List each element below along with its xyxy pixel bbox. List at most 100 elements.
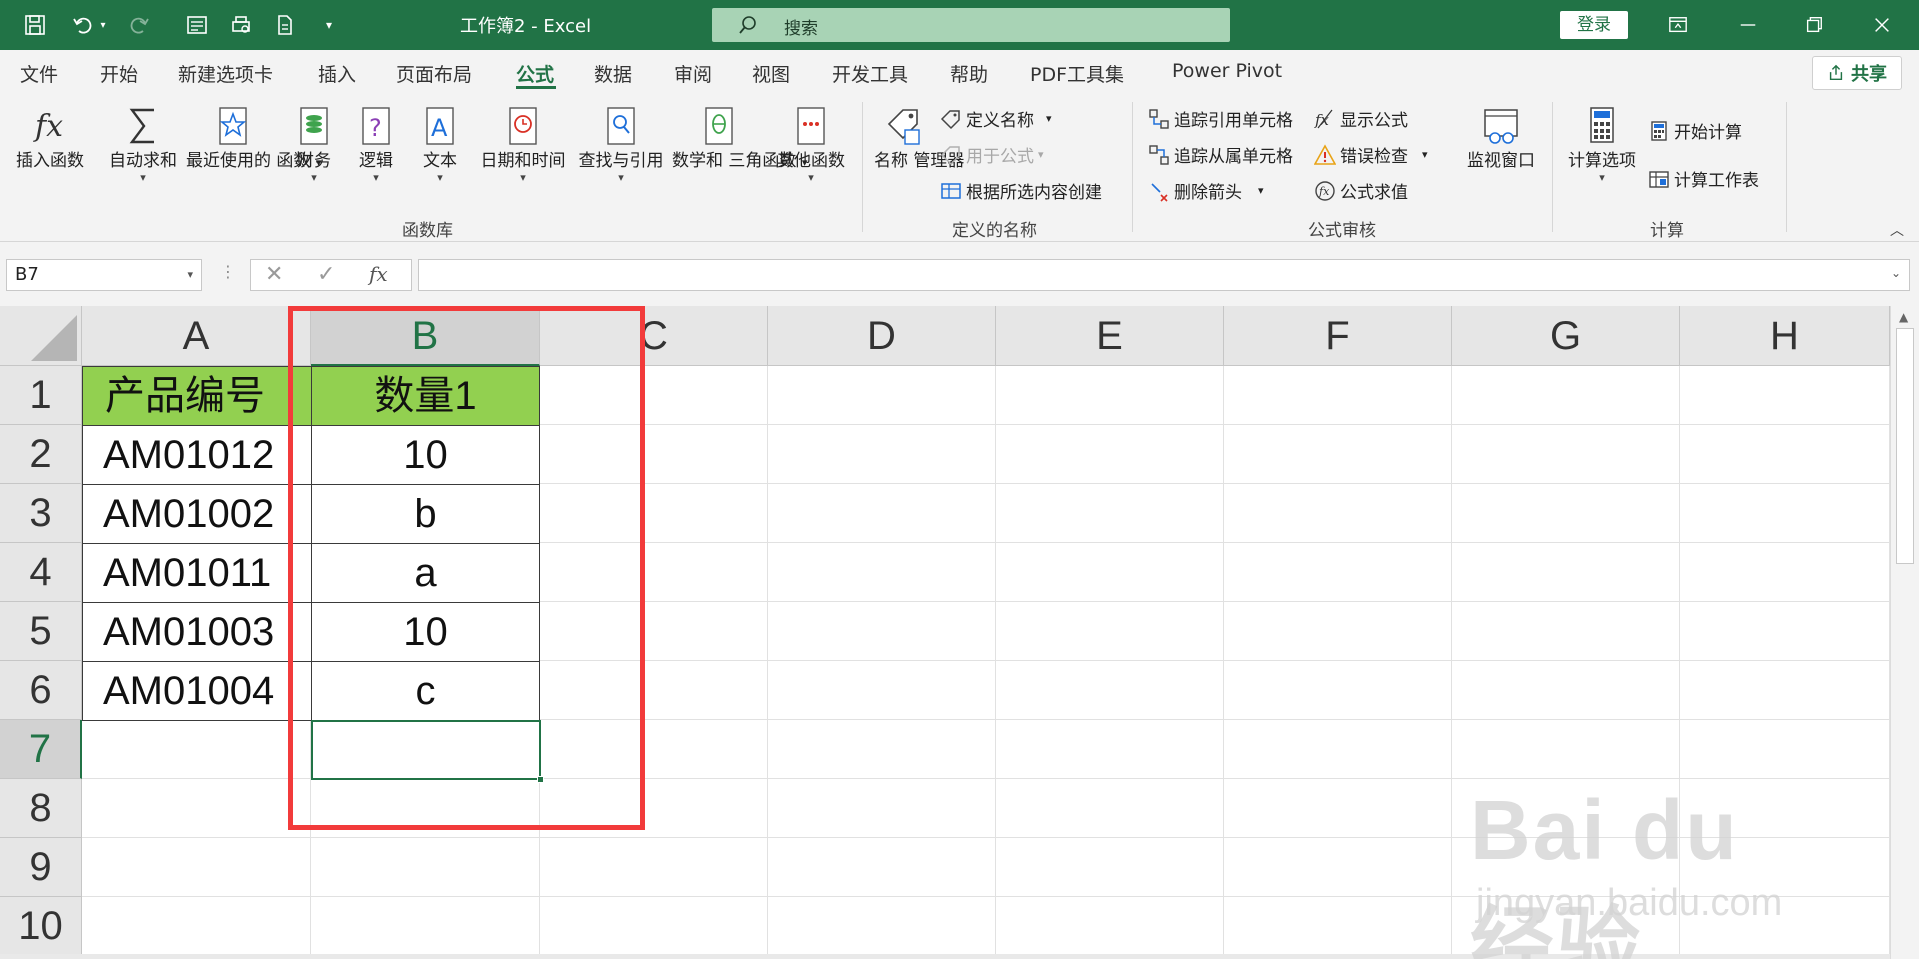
cell-a1[interactable]: 产品编号 xyxy=(82,366,312,426)
text-button[interactable]: A 文本 ▾ xyxy=(416,104,464,184)
tab-developer[interactable]: 开发工具 xyxy=(832,60,908,87)
empty-cell[interactable] xyxy=(311,897,540,956)
lookup-button[interactable]: 查找与引用 ▾ xyxy=(574,104,668,184)
trace-dependents-button[interactable]: 追踪从属单元格 xyxy=(1148,142,1293,167)
watch-window-button[interactable]: 监视窗口 xyxy=(1462,104,1540,172)
empty-cell[interactable] xyxy=(311,838,540,897)
search-box[interactable]: 搜索 xyxy=(712,8,1230,42)
empty-cell[interactable] xyxy=(1680,720,1890,779)
empty-cell[interactable] xyxy=(1680,838,1890,897)
evaluate-formula-button[interactable]: fx 公式求值 xyxy=(1314,178,1408,203)
tab-review[interactable]: 审阅 xyxy=(674,60,712,87)
empty-cell[interactable] xyxy=(768,484,996,543)
undo-dropdown-icon[interactable]: ▾ xyxy=(96,12,110,38)
row-header-4[interactable]: 4 xyxy=(0,543,82,602)
form-icon[interactable] xyxy=(184,12,210,38)
document-icon[interactable] xyxy=(272,12,298,38)
column-header-d[interactable]: D xyxy=(768,306,996,366)
empty-cell[interactable] xyxy=(1224,720,1452,779)
create-from-selection-button[interactable]: 根据所选内容创建 xyxy=(940,178,1102,203)
empty-cell[interactable] xyxy=(768,720,996,779)
worksheet-grid[interactable]: A B C D E F G H 1 2 3 4 5 6 7 8 9 10 产品编… xyxy=(0,306,1919,959)
cell-a4[interactable]: AM01011 xyxy=(82,543,312,603)
tab-power-pivot[interactable]: Power Pivot xyxy=(1172,60,1282,82)
empty-cell[interactable] xyxy=(1224,897,1452,956)
empty-cell[interactable] xyxy=(996,602,1224,661)
empty-cell[interactable] xyxy=(1680,484,1890,543)
empty-cell[interactable] xyxy=(768,425,996,484)
cell-a5[interactable]: AM01003 xyxy=(82,602,312,662)
horizontal-scroll-area[interactable] xyxy=(0,954,1890,959)
empty-cell[interactable] xyxy=(768,897,996,956)
minimize-icon[interactable] xyxy=(1734,12,1762,38)
cell-a3[interactable]: AM01002 xyxy=(82,484,312,544)
empty-cell[interactable] xyxy=(82,779,311,838)
tab-formulas[interactable]: 公式 xyxy=(516,60,554,87)
empty-cell[interactable] xyxy=(1224,366,1452,425)
empty-cell[interactable] xyxy=(1452,720,1680,779)
cell-a6[interactable]: AM01004 xyxy=(82,661,312,721)
datetime-button[interactable]: 日期和时间 ▾ xyxy=(476,104,570,184)
recently-used-button[interactable]: 最近使用的 函数 ▾ xyxy=(186,104,321,174)
close-icon[interactable] xyxy=(1868,12,1896,38)
empty-cell[interactable] xyxy=(996,897,1224,956)
calc-sheet-button[interactable]: 计算工作表 xyxy=(1648,166,1759,191)
empty-cell[interactable] xyxy=(768,602,996,661)
autosum-button[interactable]: 自动求和 ▾ xyxy=(104,104,182,184)
empty-cell[interactable] xyxy=(768,366,996,425)
collapse-ribbon-icon[interactable]: ︿ xyxy=(1890,220,1904,240)
empty-cell[interactable] xyxy=(82,897,311,956)
empty-cell[interactable] xyxy=(1224,543,1452,602)
tab-pdf-tools[interactable]: PDF工具集 xyxy=(1030,60,1124,87)
row-header-9[interactable]: 9 xyxy=(0,838,82,897)
empty-cell[interactable] xyxy=(1452,838,1680,897)
ribbon-display-options-icon[interactable] xyxy=(1664,12,1692,38)
chevron-down-icon[interactable]: ▾ xyxy=(187,260,193,290)
empty-cell[interactable] xyxy=(768,543,996,602)
empty-cell[interactable] xyxy=(1452,779,1680,838)
trace-precedents-button[interactable]: 追踪引用单元格 xyxy=(1148,106,1293,131)
cancel-icon[interactable]: ✕ xyxy=(265,262,283,287)
math-trig-button[interactable]: 数学和 三角函数 ▾ xyxy=(672,104,807,174)
column-header-h[interactable]: H xyxy=(1680,306,1890,366)
empty-cell[interactable] xyxy=(996,661,1224,720)
customize-toolbar-icon[interactable]: ▾ xyxy=(316,12,342,38)
empty-cell[interactable] xyxy=(996,720,1224,779)
undo-icon[interactable] xyxy=(70,12,96,38)
row-header-6[interactable]: 6 xyxy=(0,661,82,720)
expand-formula-bar-icon[interactable]: ⌄ xyxy=(1891,266,1901,280)
empty-cell[interactable] xyxy=(1224,484,1452,543)
empty-cell[interactable] xyxy=(1224,425,1452,484)
calc-options-button[interactable]: 计算选项 ▾ xyxy=(1564,104,1640,184)
empty-cell[interactable] xyxy=(1224,779,1452,838)
tab-home[interactable]: 开始 xyxy=(100,60,138,87)
row-header-3[interactable]: 3 xyxy=(0,484,82,543)
empty-cell[interactable] xyxy=(1452,425,1680,484)
print-preview-icon[interactable] xyxy=(228,12,254,38)
empty-cell[interactable] xyxy=(1680,897,1890,956)
empty-cell[interactable] xyxy=(1680,425,1890,484)
empty-cell[interactable] xyxy=(996,543,1224,602)
column-header-f[interactable]: F xyxy=(1224,306,1452,366)
logical-button[interactable]: ? 逻辑 ▾ xyxy=(352,104,400,184)
empty-cell[interactable] xyxy=(768,779,996,838)
enter-icon[interactable]: ✓ xyxy=(317,262,335,287)
empty-cell[interactable] xyxy=(768,838,996,897)
empty-cell[interactable] xyxy=(1452,484,1680,543)
empty-cell[interactable] xyxy=(1224,838,1452,897)
empty-cell[interactable] xyxy=(1680,543,1890,602)
share-button[interactable]: 共享 xyxy=(1812,56,1902,90)
empty-cell[interactable] xyxy=(996,779,1224,838)
empty-cell[interactable] xyxy=(996,366,1224,425)
column-header-e[interactable]: E xyxy=(996,306,1224,366)
restore-icon[interactable] xyxy=(1800,12,1828,38)
login-button[interactable]: 登录 xyxy=(1560,11,1628,39)
empty-cell[interactable] xyxy=(996,484,1224,543)
remove-arrows-button[interactable]: 删除箭头 ▾ xyxy=(1148,178,1264,203)
empty-cell[interactable] xyxy=(1680,661,1890,720)
empty-cell[interactable] xyxy=(540,897,768,956)
financial-button[interactable]: 财务 ▾ xyxy=(290,104,338,184)
formula-input[interactable]: ⌄ xyxy=(418,259,1910,291)
column-header-a[interactable]: A xyxy=(82,306,311,366)
empty-cell[interactable] xyxy=(1680,602,1890,661)
